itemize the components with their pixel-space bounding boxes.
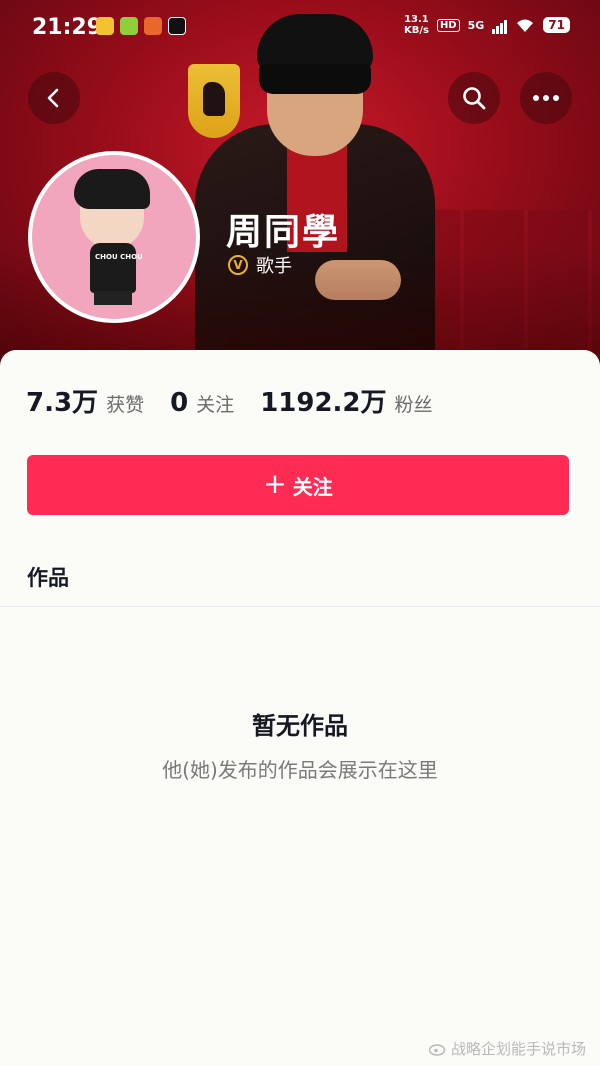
stat-value: 0 [170,388,189,418]
more-button[interactable] [520,72,572,124]
search-icon [463,87,486,110]
stat-value: 1192.2万 [260,388,387,418]
signal-icon [492,16,508,34]
back-button[interactable] [28,72,80,124]
divider [0,606,600,607]
network-type: 5G [467,18,485,32]
verification-row: V 歌手 [228,252,292,278]
net-speed: 13.1 KB/s [403,14,429,36]
stat-followers[interactable]: 1192.2万 粉丝 [260,382,432,419]
watermark-text: 战略企划能手说市场 [450,1040,586,1058]
chevron-left-icon [47,88,59,108]
avatar-image: CHOU CHOU [32,155,196,319]
tab-works[interactable]: 作品 [27,562,69,592]
battery-icon: 71 [543,17,570,33]
notification-icons [96,17,186,35]
empty-state-title: 暂无作品 [252,712,348,740]
stat-likes[interactable]: 7.3万 获赞 [26,382,144,419]
hd-indicator: HD [436,18,460,32]
follow-button[interactable]: + 关注 [27,455,569,515]
verified-badge-icon: V [228,255,248,275]
avatar-shirt-text: CHOU CHOU [95,253,143,261]
game-notification-icon [144,17,162,35]
stat-label: 获赞 [106,394,145,416]
stat-value: 7.3万 [26,388,99,418]
status-bar: 21:29 13.1 KB/s HD 5G 71 [0,0,600,56]
banner-photo [195,14,435,370]
more-dots-icon [533,95,559,101]
app-notification-icon [120,17,138,35]
follow-button-label: 关注 [292,474,333,499]
profile-name: 周同學 [226,212,341,253]
avatar[interactable]: CHOU CHOU [28,151,200,323]
tiktok-icon [168,17,186,35]
watermark: 战略企划能手说市场 [428,1038,586,1059]
stat-label: 粉丝 [394,394,433,416]
profile-stats: 7.3万 获赞 0 关注 1192.2万 粉丝 [26,382,459,419]
stat-label: 关注 [196,394,235,416]
verification-label: 歌手 [256,256,292,277]
search-button[interactable] [448,72,500,124]
empty-state-subtitle: 他(她)发布的作品会展示在这里 [162,758,438,782]
weibo-watermark-icon [428,1043,446,1056]
weibo-icon [96,17,114,35]
status-time: 21:29 [32,15,103,40]
stat-following[interactable]: 0 关注 [170,388,234,418]
plus-icon: + [263,466,287,500]
wifi-icon [517,19,534,32]
